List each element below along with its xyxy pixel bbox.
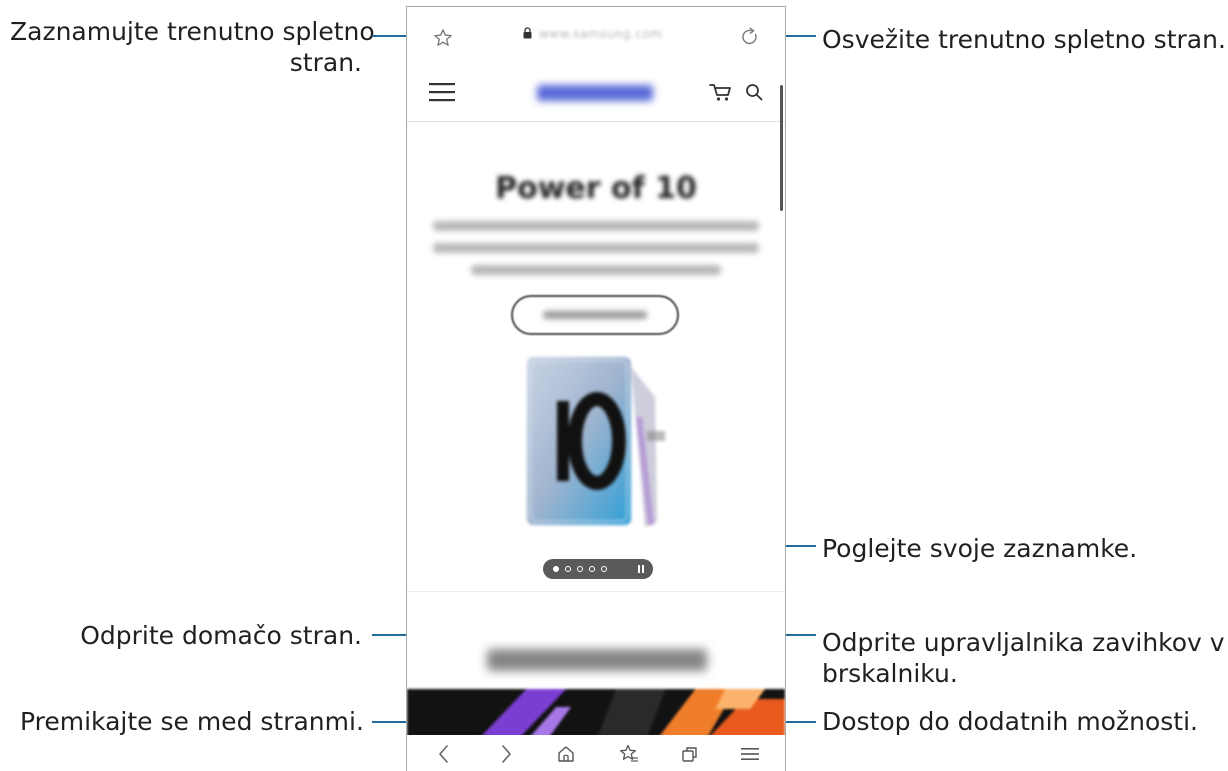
address-bar[interactable]: www.samsung.com (407, 7, 785, 63)
url-text[interactable]: www.samsung.com (539, 27, 662, 41)
chevron-left-icon[interactable] (437, 744, 451, 764)
callout-open-home: Odprite domačo stran. (80, 621, 362, 650)
bottom-toolbar (407, 735, 785, 771)
carousel-dot[interactable] (553, 566, 559, 572)
carousel-dot[interactable] (565, 566, 571, 572)
callout-bookmark-current-line2: stran. (289, 48, 362, 77)
callout-tab-manager: Odprite upravljalnika zavihkov v brskaln… (822, 627, 1225, 689)
browser-screen: www.samsung.com Power of 10 (406, 6, 786, 771)
lock-icon (523, 27, 532, 39)
home-icon[interactable] (557, 745, 575, 763)
callout-bookmark-current: Zaznamujte trenutno spletno stran. (10, 16, 375, 78)
callout-view-bookmarks: Poglejte svoje zaznamke. (822, 534, 1138, 563)
callout-navigate-pages: Premikajte se med stranmi. (20, 707, 364, 736)
site-header (407, 63, 785, 122)
carousel-dot[interactable] (601, 566, 607, 572)
site-logo[interactable] (537, 85, 653, 101)
more-menu-icon[interactable] (741, 747, 759, 761)
hero-title: Power of 10 (495, 171, 697, 206)
chevron-right-icon[interactable] (499, 744, 513, 764)
carousel-dot[interactable] (589, 566, 595, 572)
callout-bookmark-current-line1: Zaznamujte trenutno spletno (10, 17, 375, 46)
promo-banner[interactable] (407, 689, 785, 741)
carousel-dot[interactable] (577, 566, 583, 572)
hero-text-line (433, 221, 759, 231)
tabs-icon[interactable] (681, 745, 699, 763)
section-title (487, 649, 707, 671)
callout-tab-manager-line2: brskalniku. (822, 659, 958, 688)
callout-more-options: Dostop do dodatnih možnosti. (822, 707, 1198, 736)
cart-icon[interactable] (709, 82, 733, 102)
hamburger-icon[interactable] (429, 82, 455, 102)
callout-refresh: Osvežite trenutno spletno stran. (822, 25, 1226, 54)
product-image[interactable] (527, 357, 667, 529)
hero-text-line (471, 265, 721, 275)
search-icon[interactable] (745, 83, 763, 101)
star-outline-icon[interactable] (433, 28, 453, 48)
refresh-icon[interactable] (740, 27, 760, 47)
carousel-indicator[interactable] (543, 559, 653, 579)
section-divider (407, 591, 785, 592)
hero-text-line (433, 243, 759, 253)
callout-tab-manager-line1: Odprite upravljalnika zavihkov v (822, 628, 1225, 657)
bookmarks-icon[interactable] (619, 744, 639, 764)
learn-more-button-label (543, 311, 647, 319)
learn-more-button[interactable] (511, 295, 679, 335)
